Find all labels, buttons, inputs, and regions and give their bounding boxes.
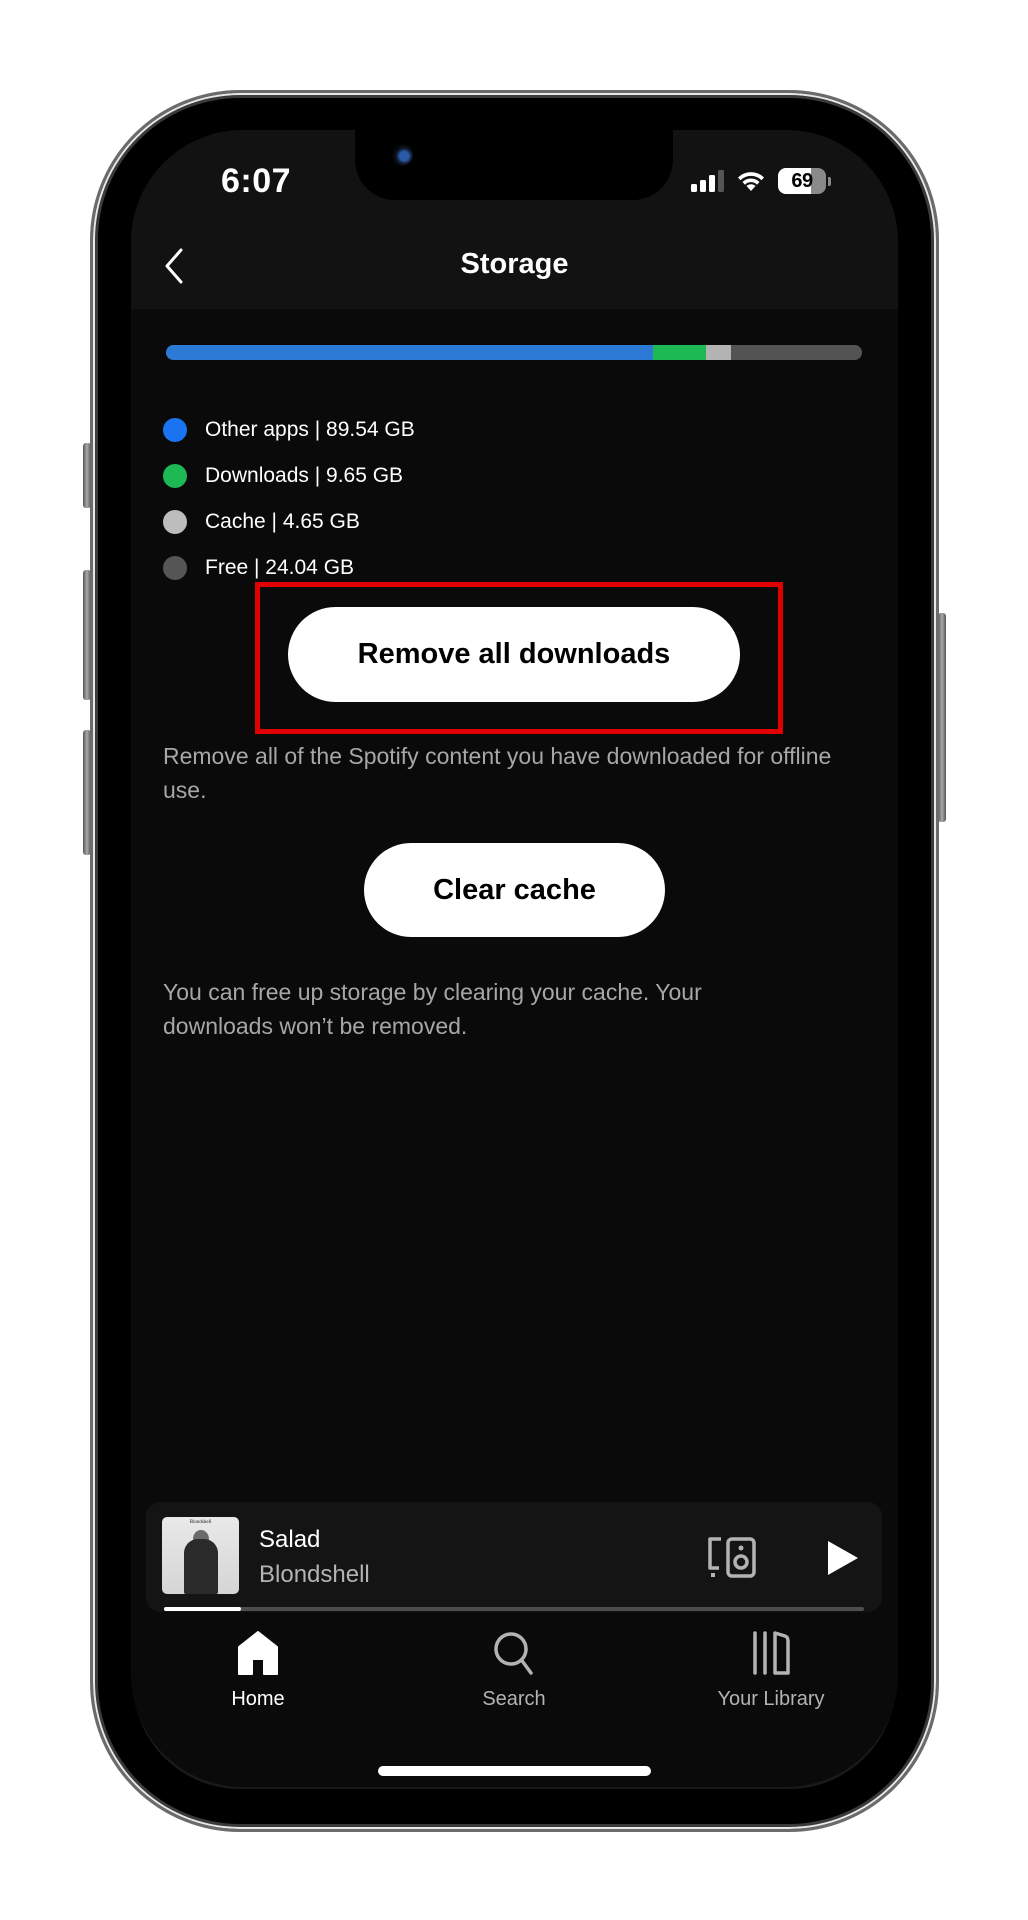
- legend-label: Cache | 4.65 GB: [205, 510, 360, 533]
- page-title: Storage: [460, 248, 569, 280]
- play-icon: [828, 1541, 858, 1575]
- storage-bar-segment-downloads: [653, 345, 706, 360]
- wifi-icon: [738, 172, 764, 191]
- legend-dot-icon: [163, 510, 187, 534]
- battery-tip: [828, 176, 831, 186]
- legend-item-other-apps: Other apps | 89.54 GB: [163, 407, 415, 453]
- storage-usage-bar: [166, 345, 862, 360]
- tab-search-label: Search: [482, 1688, 546, 1710]
- legend-dot-icon: [163, 556, 187, 580]
- playback-progress-bar[interactable]: [164, 1607, 864, 1611]
- bottom-tab-bar: Home Search Your Library: [131, 1630, 898, 1740]
- legend-item-cache: Cache | 4.65 GB: [163, 499, 415, 545]
- home-icon: [238, 1631, 278, 1675]
- track-title: Salad: [259, 1526, 321, 1553]
- battery-icon: 69: [778, 168, 826, 194]
- library-icon: [753, 1631, 790, 1675]
- playback-progress-fill: [164, 1607, 241, 1611]
- legend-dot-icon: [163, 418, 187, 442]
- clear-cache-button[interactable]: Clear cache: [364, 843, 665, 937]
- tab-search[interactable]: Search: [414, 1630, 614, 1711]
- status-time: 6:07: [221, 162, 292, 200]
- tab-home[interactable]: Home: [158, 1630, 358, 1711]
- search-icon: [494, 1632, 533, 1675]
- mini-player[interactable]: Blondshell Salad Blondshell: [146, 1502, 882, 1612]
- tab-library-label: Your Library: [717, 1688, 825, 1710]
- tab-library[interactable]: Your Library: [671, 1630, 871, 1711]
- album-art-title: Blondshell: [189, 1520, 212, 1525]
- cellular-signal-icon: [691, 170, 724, 192]
- phone-screen: 6:07 69 Storage Other apps | 89.54 GB Do…: [131, 130, 898, 1787]
- storage-bar-segment-other-apps: [166, 345, 654, 360]
- album-art: Blondshell: [162, 1517, 239, 1594]
- legend-label: Other apps | 89.54 GB: [205, 418, 415, 441]
- storage-legend: Other apps | 89.54 GB Downloads | 9.65 GB…: [163, 407, 415, 591]
- camera-notch: [355, 130, 673, 200]
- clear-cache-description: You can free up storage by clearing your…: [163, 979, 702, 1039]
- legend-label: Free | 24.04 GB: [205, 556, 355, 579]
- status-icons: 69: [691, 168, 831, 194]
- connect-device-icon: [708, 1537, 756, 1578]
- tab-home-label: Home: [231, 1688, 285, 1710]
- power-button: [938, 613, 946, 822]
- connect-device-button[interactable]: [707, 1536, 757, 1578]
- legend-item-downloads: Downloads | 9.65 GB: [163, 453, 415, 499]
- storage-bar-segment-cache: [705, 345, 732, 360]
- legend-label: Downloads | 9.65 GB: [205, 464, 404, 487]
- battery-indicator: 69: [778, 168, 831, 194]
- front-camera: [391, 144, 413, 166]
- album-art-figure: [184, 1539, 218, 1594]
- track-artist: Blondshell: [259, 1561, 370, 1588]
- legend-dot-icon: [163, 464, 187, 488]
- battery-level: 69: [791, 169, 813, 192]
- home-indicator: [378, 1766, 651, 1776]
- play-button[interactable]: [826, 1540, 860, 1576]
- remove-all-downloads-button[interactable]: Remove all downloads: [288, 607, 740, 702]
- remove-downloads-description: Remove all of the Spotify content you ha…: [163, 743, 832, 803]
- storage-bar-segment-free: [731, 345, 862, 360]
